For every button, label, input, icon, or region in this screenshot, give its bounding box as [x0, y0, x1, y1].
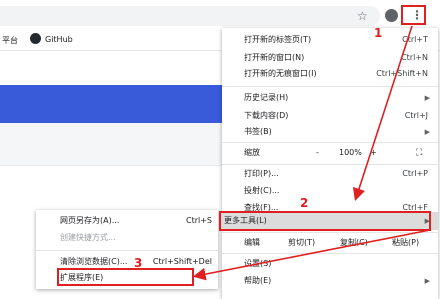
arrow-step-2: [192, 229, 431, 281]
arrow-step-1: [352, 25, 413, 202]
annotation-arrows: [192, 25, 431, 281]
